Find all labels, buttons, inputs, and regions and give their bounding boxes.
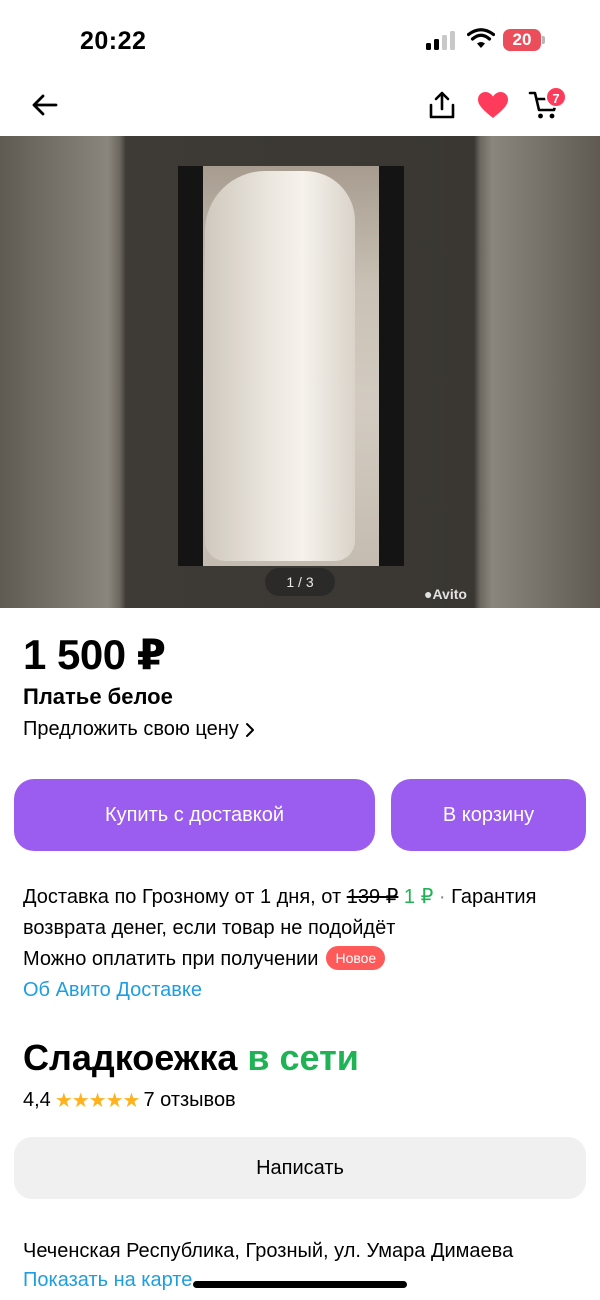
seller-address: Чеченская Республика, Грозный, ул. Умара… [23,1240,514,1262]
heart-icon [478,92,508,118]
payment-on-delivery: Можно оплатить при получении [23,948,319,970]
add-to-cart-button[interactable]: В корзину [391,779,586,851]
arrow-left-icon [32,94,58,116]
offer-price-label: Предложить свою цену [23,718,239,740]
new-badge: Новое [326,946,386,970]
delivery-new-price: 1 ₽ [403,886,434,908]
home-indicator [193,1281,407,1288]
rating-value: 4,4 [23,1089,51,1111]
star-rating-icon: ★★★★★ [54,1090,141,1112]
battery-tip [542,36,545,44]
seller-heading[interactable]: Сладкоежка в сети [23,1037,359,1079]
watermark-text: Avito [432,586,467,602]
show-on-map-link[interactable]: Показать на карте [23,1269,192,1292]
seller-name: Сладкоежка [23,1037,238,1078]
image-counter: 1 / 3 [265,568,335,596]
seller-online-status: в сети [247,1037,359,1078]
delivery-separator: · [433,886,452,908]
delivery-info: Доставка по Грозному от 1 дня, от 139 ₽ … [23,882,583,1006]
delivery-text: Доставка по Грозному от 1 дня, от [23,886,347,908]
offer-price-link[interactable]: Предложить свою цену [23,718,255,741]
battery-icon: 20 [503,29,541,51]
buy-with-delivery-button[interactable]: Купить с доставкой [14,779,375,851]
wifi-icon [466,28,496,55]
write-message-button[interactable]: Написать [14,1137,586,1199]
dress-image [205,171,355,561]
share-icon [429,91,455,119]
cart-count-badge: 7 [545,86,567,108]
status-time: 20:22 [80,27,147,55]
signal-icon [426,30,458,50]
share-button[interactable] [422,85,462,125]
seller-rating[interactable]: 4,4 ★★★★★ 7 отзывов [23,1088,236,1113]
back-button[interactable] [24,85,64,125]
avito-watermark: ●​Avito [424,586,467,602]
about-avito-delivery-link[interactable]: Об Авито Доставке [23,979,202,1001]
chevron-right-icon [245,722,254,737]
product-price: 1 500 ₽ [23,631,166,678]
delivery-old-price: 139 ₽ [346,886,399,908]
reviews-count: 7 отзывов [143,1089,236,1111]
product-title: Платье белое [23,684,173,709]
product-image-gallery[interactable]: 1 / 3 ●​Avito [0,136,600,608]
favorite-button[interactable] [473,85,513,125]
